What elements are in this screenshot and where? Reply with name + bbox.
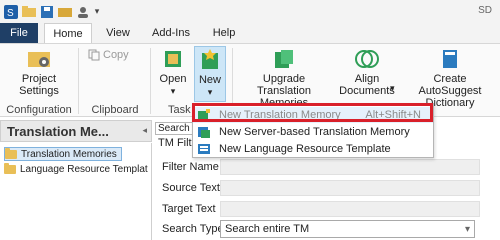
tree-item-label: Translation Memories (21, 148, 117, 160)
source-text-label: Source Text (162, 182, 220, 194)
folder-icon[interactable] (58, 4, 72, 19)
app-logo-icon: S (4, 4, 18, 19)
copy-button[interactable]: Copy (88, 49, 138, 61)
open-folder-icon[interactable] (22, 4, 36, 19)
folder-icon (5, 147, 17, 159)
copy-icon (88, 49, 100, 61)
search-type-value: Search entire TM (225, 223, 310, 235)
language-resource-icon (198, 144, 210, 154)
menu-item-label: New Language Resource Template (219, 143, 391, 155)
group-label-configuration: Configuration (6, 104, 72, 116)
search-type-select[interactable]: Search entire TM ▾ (220, 220, 475, 238)
group-label-tasks: Task (168, 104, 191, 116)
tree-item-translation-memories[interactable]: Translation Memories (4, 147, 122, 161)
project-settings-button[interactable]: Project Settings (6, 48, 72, 97)
tree-item-label: Language Resource Templat (20, 163, 148, 175)
search-type-label: Search Type (162, 223, 224, 235)
group-separator (78, 48, 79, 114)
open-dropdown-icon: ▾ (170, 86, 176, 96)
target-text-label: Target Text (162, 203, 216, 215)
align-documents-label: Align Documents (339, 73, 395, 97)
group-label-clipboard: Clipboard (91, 104, 139, 116)
folder-icon (4, 162, 16, 174)
save-icon[interactable] (40, 4, 54, 19)
copy-label: Copy (103, 49, 129, 61)
filter-name-label: Filter Name (162, 161, 219, 173)
tree-item-language-resource-templates[interactable]: Language Resource Templat (4, 162, 148, 176)
upgrade-translation-memories-button[interactable]: Upgrade Translation Memories (236, 48, 332, 109)
window-title: SD (478, 5, 492, 16)
source-text-field[interactable] (220, 180, 480, 196)
menu-item-new-server-based-translation-memory[interactable]: New Server-based Translation Memory (193, 124, 433, 140)
project-settings-icon (28, 52, 50, 67)
new-tm-icon (202, 49, 218, 69)
collapse-panel-icon[interactable]: ◂ (142, 125, 147, 136)
group-separator (150, 48, 151, 114)
align-documents-button[interactable]: Align Documents ▾ (336, 48, 398, 97)
tab-home[interactable]: Home (44, 23, 92, 43)
navigation-tree: Translation Memories Language Resource T… (0, 143, 152, 240)
upgrade-tm-icon (275, 50, 293, 68)
svg-text:S: S (7, 8, 14, 19)
menu-item-label: New Server-based Translation Memory (219, 126, 410, 138)
user-icon[interactable] (76, 4, 90, 19)
align-documents-icon (355, 50, 379, 68)
quick-access-toolbar: S ▾ SD (0, 0, 500, 23)
chevron-down-icon: ▾ (464, 224, 470, 235)
dictionary-icon (443, 50, 457, 68)
filter-name-field[interactable] (220, 159, 480, 175)
create-autosuggest-dictionary-button[interactable]: Create AutoSuggest Dictionary (402, 48, 498, 109)
ribbon-tabs: File Home View Add-Ins Help (0, 23, 500, 43)
target-text-field[interactable] (220, 201, 480, 217)
tab-view[interactable]: View (98, 23, 138, 43)
tab-help[interactable]: Help (204, 23, 244, 43)
tab-file[interactable]: File (0, 23, 38, 43)
menu-item-new-language-resource-template[interactable]: New Language Resource Template (193, 141, 433, 157)
tab-add-ins[interactable]: Add-Ins (144, 23, 198, 43)
open-label: Open (159, 73, 187, 85)
new-button[interactable]: New ▾ (194, 46, 226, 102)
align-documents-dropdown-icon: ▾ (390, 83, 395, 93)
new-dropdown-icon: ▾ (207, 87, 213, 97)
open-button[interactable]: Open ▾ (156, 48, 190, 97)
left-panel-header: Translation Me... ◂ (0, 120, 152, 142)
qat-dropdown-icon[interactable]: ▾ (92, 4, 102, 19)
open-tm-icon (165, 51, 181, 67)
highlight-box (192, 103, 433, 122)
left-panel-title: Translation Me... (7, 124, 109, 139)
server-tm-icon (198, 127, 210, 138)
project-settings-label: Project Settings (19, 73, 59, 97)
new-label: New (198, 74, 221, 86)
